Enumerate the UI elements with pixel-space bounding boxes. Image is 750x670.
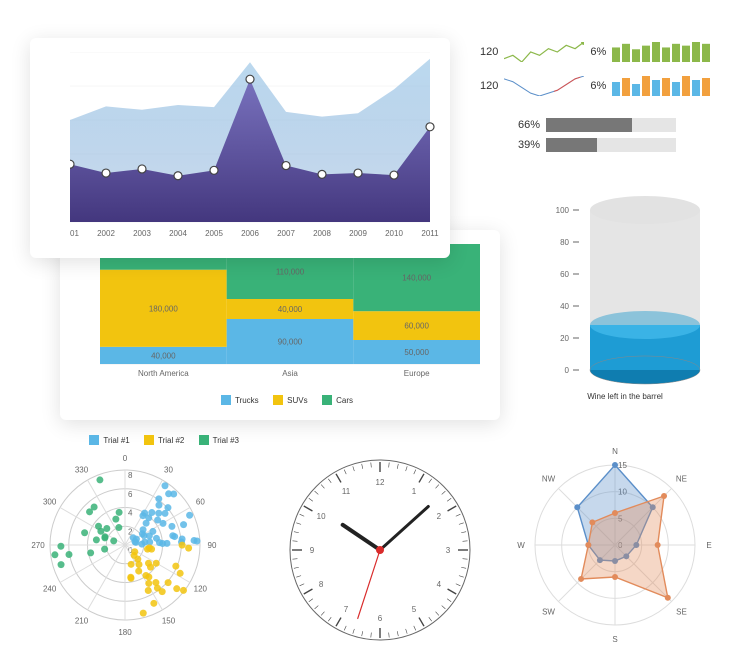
progress2-label: 39% — [510, 139, 540, 151]
legend-trucks: Trucks — [235, 396, 259, 405]
svg-text:North America: North America — [138, 369, 189, 378]
sparkline-row-2: 120 6% — [480, 74, 730, 98]
svg-text:330: 330 — [75, 466, 89, 475]
polar-scatter: 024680306090120150180210240270300330 Tri… — [25, 435, 255, 655]
svg-text:7: 7 — [344, 605, 349, 614]
stacked-bar-card: 010%20%30%40%50%60%70%80% 40,000180,0009… — [60, 230, 500, 420]
svg-text:110,000: 110,000 — [276, 268, 305, 277]
radar-chart: 051015NNEESESSWWNW — [505, 435, 725, 655]
progress-row-1: 66% — [510, 118, 676, 132]
svg-text:140,000: 140,000 — [402, 274, 431, 283]
svg-text:9: 9 — [310, 546, 315, 555]
barrel-gauge: 0 20 40 60 80 100 Wine left in the barrel — [525, 180, 725, 410]
svg-text:40,000: 40,000 — [151, 351, 176, 360]
polar-legend: Trial #1 Trial #2 Trial #3 — [89, 435, 251, 447]
svg-text:2010: 2010 — [385, 229, 403, 238]
svg-text:90: 90 — [208, 541, 217, 550]
barrel-title: Wine left in the barrel — [525, 392, 725, 401]
sparkbars-2 — [612, 76, 712, 96]
svg-text:3: 3 — [446, 546, 451, 555]
svg-text:NE: NE — [676, 475, 687, 484]
svg-text:2002: 2002 — [97, 229, 115, 238]
svg-text:20: 20 — [560, 334, 569, 343]
svg-text:4: 4 — [128, 509, 133, 518]
svg-text:S: S — [612, 635, 617, 644]
svg-text:210: 210 — [75, 616, 89, 625]
legend-trial1: Trial #1 — [103, 436, 129, 445]
spark2-value: 120 — [480, 80, 498, 92]
svg-text:SE: SE — [676, 607, 687, 616]
svg-text:60: 60 — [196, 498, 205, 507]
area-chart-card: 05001,0001,5002,0002,500 200120022003200… — [30, 38, 450, 258]
area-chart: 05001,0001,5002,0002,500 200120022003200… — [70, 52, 450, 247]
svg-text:300: 300 — [43, 498, 57, 507]
sparkline-2 — [504, 76, 584, 96]
svg-text:8: 8 — [319, 580, 324, 589]
svg-text:NW: NW — [542, 475, 556, 484]
svg-text:2011: 2011 — [421, 229, 439, 238]
svg-text:2: 2 — [437, 512, 442, 521]
spark1-value: 120 — [480, 46, 498, 58]
svg-text:40,000: 40,000 — [278, 305, 303, 314]
svg-text:2009: 2009 — [349, 229, 367, 238]
svg-text:2004: 2004 — [169, 229, 187, 238]
svg-text:15: 15 — [618, 461, 627, 470]
svg-text:2007: 2007 — [277, 229, 295, 238]
clock-gauge: 123456789101112 — [280, 450, 480, 650]
svg-text:60: 60 — [560, 270, 569, 279]
svg-text:11: 11 — [342, 487, 351, 496]
legend-suvs: SUVs — [287, 396, 307, 405]
svg-text:W: W — [517, 541, 525, 550]
svg-text:1: 1 — [412, 487, 417, 496]
svg-text:2001: 2001 — [70, 229, 79, 238]
stacked-legend: Trucks SUVs Cars — [100, 395, 486, 407]
svg-text:40: 40 — [560, 302, 569, 311]
svg-text:90,000: 90,000 — [278, 338, 303, 347]
svg-text:150: 150 — [162, 616, 176, 625]
svg-text:180,000: 180,000 — [149, 304, 178, 313]
progress-row-2: 39% — [510, 138, 676, 152]
svg-text:270: 270 — [31, 541, 45, 550]
progress1-label: 66% — [510, 119, 540, 131]
svg-text:0: 0 — [565, 366, 570, 375]
svg-text:60,000: 60,000 — [404, 322, 429, 331]
svg-text:0: 0 — [123, 454, 128, 463]
legend-trial2: Trial #2 — [158, 436, 184, 445]
stacked-bar-chart: 010%20%30%40%50%60%70%80% 40,000180,0009… — [100, 244, 495, 389]
spark2-pct: 6% — [590, 80, 606, 92]
svg-text:240: 240 — [43, 585, 57, 594]
svg-text:10: 10 — [317, 512, 326, 521]
svg-text:80: 80 — [560, 238, 569, 247]
svg-text:2006: 2006 — [241, 229, 259, 238]
svg-text:2003: 2003 — [133, 229, 151, 238]
svg-text:8: 8 — [128, 471, 133, 480]
legend-cars: Cars — [336, 396, 353, 405]
svg-text:6: 6 — [128, 490, 133, 499]
svg-text:N: N — [612, 447, 618, 456]
svg-text:120: 120 — [194, 585, 208, 594]
svg-text:2005: 2005 — [205, 229, 223, 238]
sparkline-row-1: 120 6% — [480, 40, 730, 64]
legend-trial3: Trial #3 — [213, 436, 239, 445]
svg-text:12: 12 — [376, 478, 385, 487]
sparkline-1 — [504, 42, 584, 62]
svg-text:100: 100 — [556, 206, 570, 215]
svg-text:Asia: Asia — [282, 369, 298, 378]
svg-text:SW: SW — [542, 607, 555, 616]
svg-text:2008: 2008 — [313, 229, 331, 238]
svg-text:50,000: 50,000 — [404, 348, 429, 357]
svg-text:30: 30 — [164, 466, 173, 475]
svg-text:Europe: Europe — [404, 369, 430, 378]
svg-text:6: 6 — [378, 614, 383, 623]
svg-text:4: 4 — [437, 580, 442, 589]
svg-text:E: E — [706, 541, 711, 550]
sparkbars-1 — [612, 42, 712, 62]
svg-text:180: 180 — [118, 628, 132, 637]
svg-text:5: 5 — [412, 605, 417, 614]
spark1-pct: 6% — [590, 46, 606, 58]
